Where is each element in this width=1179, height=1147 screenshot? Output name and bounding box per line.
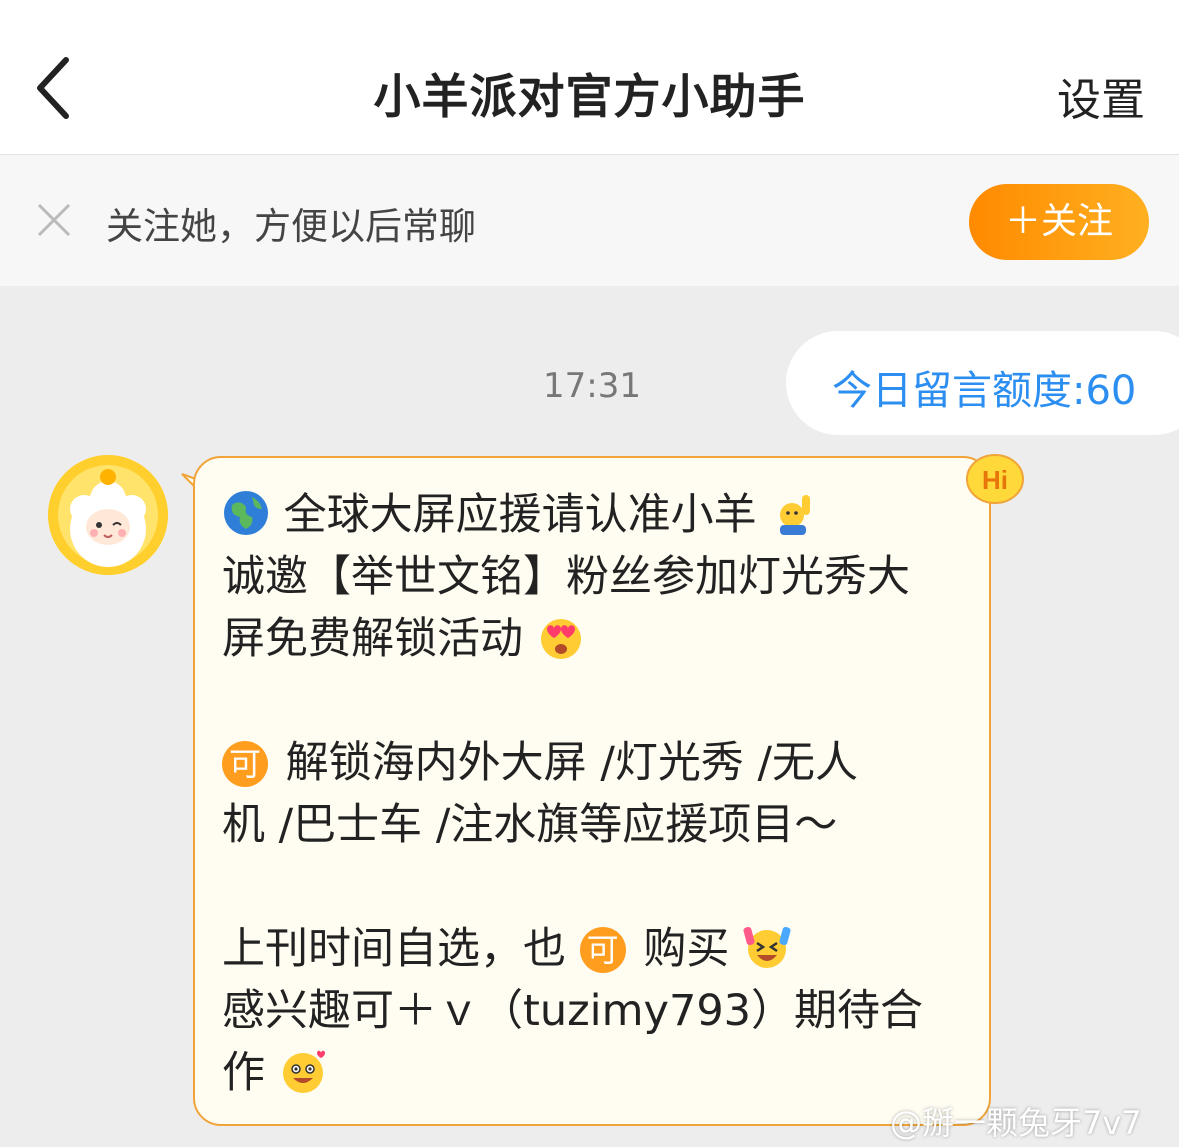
- message-timestamp: 17:31: [543, 366, 641, 406]
- ke-badge-icon: 可: [579, 927, 626, 973]
- message-line-5: 机 /巴士车 /注水旗等应援项目～: [222, 800, 838, 850]
- follow-prompt-text: 关注她，方便以后常聊: [106, 205, 476, 248]
- globe-emoji-icon: [224, 491, 268, 535]
- ke-badge-icon: 可: [222, 741, 268, 787]
- message-line-3-text: 屏免费解锁活动: [222, 614, 523, 664]
- message-line-8: 作: [222, 1042, 982, 1104]
- message-line-8-text: 作: [222, 1048, 265, 1098]
- close-icon: [37, 203, 71, 237]
- top-navbar: 小羊派对官方小助手 设置: [0, 0, 1179, 155]
- raised-hand-emoji-icon: [780, 495, 811, 535]
- watermark: @掰一颗兔牙7v7: [890, 1104, 1142, 1142]
- message-line-6a-text: 上刊时间自选，也: [222, 924, 566, 974]
- message-line-6b-text: 购买: [643, 924, 730, 974]
- message-line-2: 诚邀【举世文铭】粉丝参加灯光秀大: [222, 552, 910, 602]
- grin-emoji-icon: [282, 1050, 325, 1093]
- message-line-6: 上刊时间自选，也 可 购买: [222, 918, 982, 980]
- message-line-3: 屏免费解锁活动: [222, 608, 982, 670]
- avatar-sheep: [48, 455, 168, 575]
- avatar[interactable]: [48, 455, 168, 575]
- message-line-7: 感兴趣可＋ｖ（tuzimy793）期待合: [222, 986, 924, 1036]
- laugh-emoji-icon: [743, 926, 791, 968]
- page-title: 小羊派对官方小助手: [373, 70, 806, 125]
- message-line-1: 全球大屏应援请认准小羊: [222, 484, 982, 546]
- message-line-1-text: 全球大屏应援请认准小羊: [283, 490, 757, 540]
- hi-badge-text: Hi: [982, 465, 1008, 495]
- message-line-4-text: 解锁海内外大屏 /灯光秀 /无人: [285, 738, 858, 788]
- quota-text: 今日留言额度:60: [832, 368, 1137, 414]
- message-text: 全球大屏应援请认准小羊 诚邀【举世文铭】粉丝参加灯光秀大 屏免费解锁活动 可 解…: [222, 484, 982, 1104]
- follow-button[interactable]: ＋关注: [969, 184, 1149, 260]
- message-line-4: 可 解锁海内外大屏 /灯光秀 /无人: [222, 732, 982, 794]
- close-follow-prompt-button[interactable]: [34, 200, 74, 240]
- settings-button[interactable]: 设置: [1057, 64, 1145, 128]
- heart-eyes-emoji-icon: [540, 619, 581, 659]
